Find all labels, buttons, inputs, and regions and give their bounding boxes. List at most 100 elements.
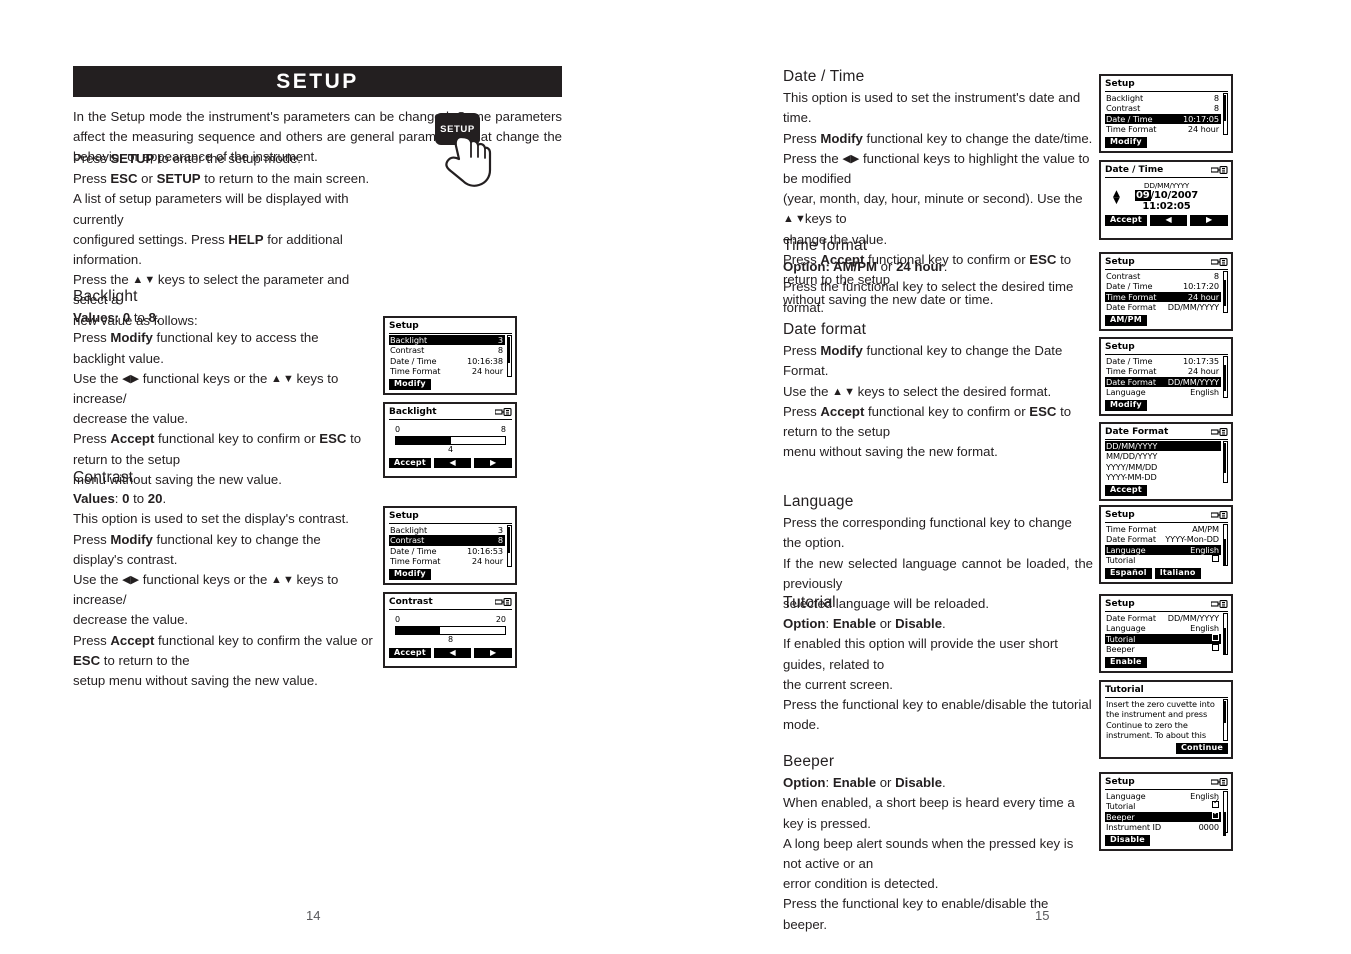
table-row[interactable]: Backlight 3 [389,334,505,346]
table-row[interactable]: Beeper [1105,644,1221,655]
lcd-title: Setup [1105,510,1228,523]
list-item[interactable]: YYYY-MM-DD [1105,472,1221,483]
table-row[interactable]: Tutorial [1105,555,1221,566]
table-row[interactable]: Beeper [1105,809,1221,823]
table-row[interactable]: Tutorial [1105,798,1221,812]
scrollbar[interactable] [1223,355,1228,398]
softkey-modify[interactable]: Modify [389,568,431,580]
softkey-right[interactable]: ▶ [1190,215,1229,226]
softkey-continue[interactable]: Continue [1175,742,1228,754]
table-row[interactable]: Date Format DD/MM/YYYY [1105,376,1221,388]
scrollbar[interactable] [1223,440,1228,483]
scrollbar[interactable] [507,334,512,377]
table-row[interactable]: Date Format DD/MM/YYYY [1105,613,1221,624]
lcd-setup-beeper: Setup Language English Tutorial Beeper [1099,772,1233,851]
scrollbar[interactable] [1223,270,1228,313]
scrollbar[interactable] [1223,523,1228,566]
row-label: Time Format [1106,366,1157,377]
slider-control[interactable]: 0 20 8 [389,611,512,646]
table-row[interactable]: Contrast 8 [389,535,505,546]
table-row[interactable]: Date / Time 10:17:20 [1105,281,1221,292]
scrollbar[interactable] [1223,612,1228,655]
scrollbar[interactable] [1223,92,1228,135]
page-number-right: 15 [1035,908,1050,923]
list-item[interactable]: MM/DD/YYYY [1105,451,1221,462]
table-row[interactable]: Contrast 8 [1105,103,1221,114]
softkey-modify[interactable]: Modify [389,378,431,390]
dateformat-body-line: Press Modify functional key to change th… [783,343,1063,379]
pointing-hand-icon [445,135,492,187]
softkey-accept[interactable]: Accept [389,457,431,469]
datetime-editor[interactable]: ▲ ▼ DD/MM/YYYY 09/10/2007 11:02:05 [1105,179,1228,214]
softkey-modify[interactable]: Modify [1105,399,1147,411]
tutorial-body-line: If enabled this option will provide the … [783,636,1058,672]
slider-track[interactable] [395,436,506,446]
table-row[interactable]: Date / Time 10:16:38 [389,356,505,367]
table-row[interactable]: Time Format 24 hour [1105,366,1221,377]
table-row[interactable]: Contrast 8 [1105,271,1221,282]
table-row[interactable]: Date / Time 10:17:35 [1105,356,1221,367]
checkbox-unchecked-icon[interactable] [1212,555,1219,563]
table-row[interactable]: Time Format 24 hour [1105,291,1221,303]
date-day-highlight[interactable]: 09 [1135,190,1151,202]
softkey-bar: Español Italiano [1105,567,1228,579]
table-row[interactable]: Backlight 3 [389,525,505,536]
table-row[interactable]: Date Format DD/MM/YYYY [1105,302,1221,313]
softkey-accept[interactable]: Accept [1105,484,1147,496]
table-row[interactable]: Backlight 8 [1105,93,1221,104]
softkey-disable[interactable]: Disable [1105,834,1150,846]
lcd-row-area: Contrast 8 Date / Time 10:17:20 Time For… [1105,270,1228,313]
slider-value: 4 [447,445,454,455]
slider-control[interactable]: 0 8 4 [389,421,512,456]
right-page: Date / Time This option is used to set t… [783,0,1283,954]
checkbox-checked-icon[interactable] [1212,809,1220,819]
contrast-body-line: setup menu without saving the new value. [73,673,318,689]
scrollbar[interactable] [1223,698,1228,741]
table-row[interactable]: Tutorial [1105,633,1221,645]
softkey-accept[interactable]: Accept [1105,215,1147,226]
softkey-left[interactable]: ◀ [1149,215,1188,226]
lcd-title-text: Backlight [389,407,437,417]
table-row[interactable]: Time Format 24 hour [1105,124,1221,135]
scrollbar[interactable] [507,524,512,567]
softkey-left[interactable]: ◀ [433,457,472,469]
softkey-espanol[interactable]: Español [1105,567,1152,579]
lcd-setup-tutorial: Setup Date Format DD/MM/YYYY Language En… [1099,594,1233,673]
list-item[interactable]: YYYY/MM/DD [1105,462,1221,473]
softkey-right[interactable]: ▶ [474,647,513,659]
table-row[interactable]: Date / Time 10:16:53 [389,546,505,557]
softkey-italiano[interactable]: Italiano [1154,567,1201,579]
backlight-body-line: decrease the value. [73,411,189,427]
table-row[interactable]: Contrast 8 [389,345,505,356]
table-row[interactable]: Language English [1105,544,1221,556]
table-row[interactable]: Instrument ID 0000 [1105,822,1221,833]
softkey-right[interactable]: ▶ [474,457,513,469]
list-item[interactable]: DD/MM/YYYY [1105,440,1221,452]
table-row[interactable]: Date Format YYYY-Mon-DD [1105,534,1221,545]
lcd-tutorial-popup: Tutorial Insert the zero cuvette into th… [1099,680,1233,759]
row-label: instrument. To about this [1106,730,1206,741]
checkbox-unchecked-icon[interactable] [1212,633,1219,641]
table-row[interactable]: Language English [1105,623,1221,634]
table-row[interactable]: Language English [1105,387,1221,398]
softkey-left[interactable]: ◀ [433,647,472,659]
slider-max: 8 [500,424,506,434]
row-label: Time Format [390,366,441,377]
softkey-accept[interactable]: Accept [389,647,431,659]
softkey-ampm[interactable]: AM/PM [1105,314,1147,326]
slider-track[interactable] [395,626,506,636]
table-row[interactable]: Time Format 24 hour [389,366,505,377]
table-row[interactable]: Time Format AM/PM [1105,524,1221,535]
softkey-modify[interactable]: Modify [1105,136,1147,148]
row-value: English [1190,623,1219,634]
checkbox-unchecked-icon[interactable] [1212,644,1219,652]
table-row[interactable]: Language English [1105,791,1221,802]
time-value[interactable]: 11:02:05 [1105,201,1228,213]
row-value: 10:17:05 [1183,113,1219,124]
table-row[interactable]: Date / Time 10:17:05 [1105,113,1221,125]
lcd-title: Setup [389,511,512,524]
table-row[interactable]: Time Format 24 hour [389,556,505,567]
scrollbar[interactable] [1223,790,1228,836]
beeper-heading: Beeper [783,753,835,770]
softkey-enable[interactable]: Enable [1105,656,1147,668]
